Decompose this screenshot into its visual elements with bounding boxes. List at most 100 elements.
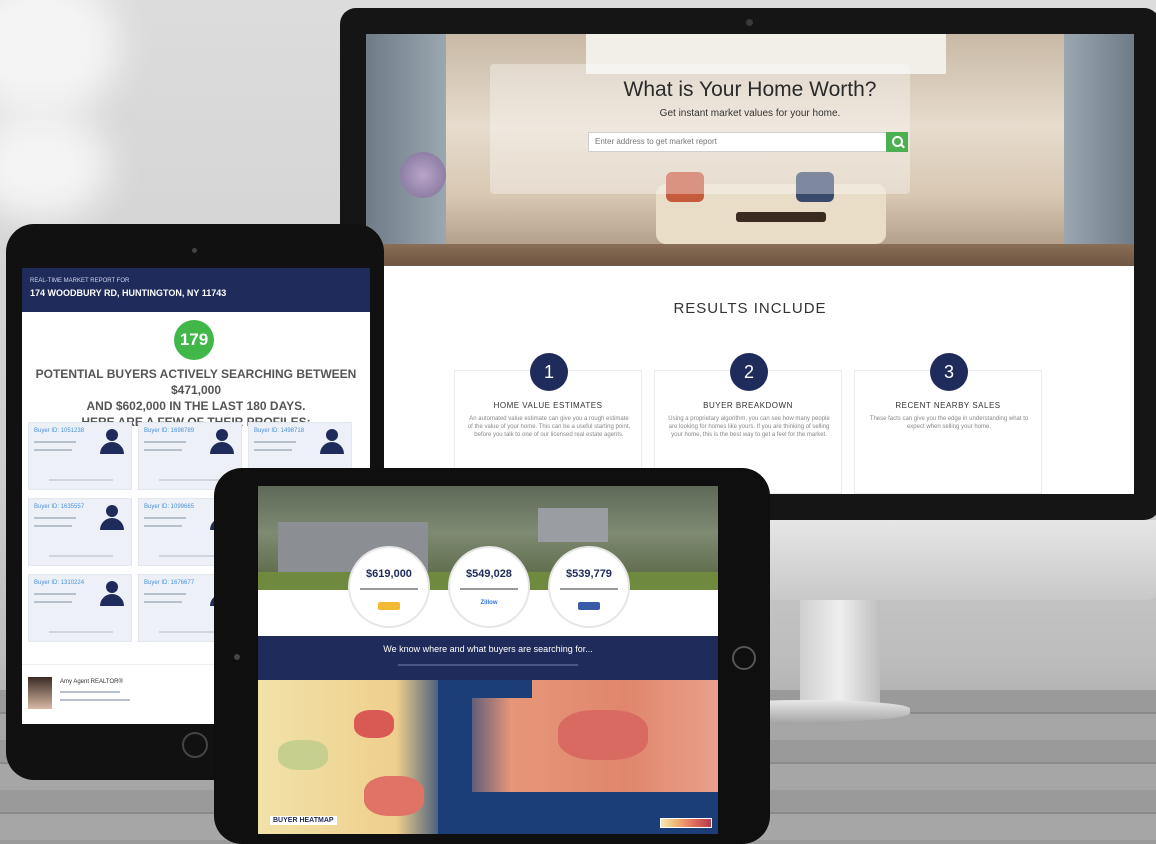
buyer-footer xyxy=(49,631,113,633)
coffee-table xyxy=(736,212,826,222)
report-kicker: REAL-TIME MARKET REPORT FOR xyxy=(30,278,130,284)
step-number: 2 xyxy=(730,353,768,391)
buyer-id: Buyer ID: 1498718 xyxy=(254,428,305,434)
user-icon xyxy=(209,429,235,455)
heatmap-banner: We know where and what buyers are search… xyxy=(258,636,718,680)
buyer-detail xyxy=(254,449,292,451)
valuation-estimate: $539,779 xyxy=(550,548,628,626)
buyer-detail xyxy=(34,601,72,603)
step-number: 1 xyxy=(530,353,568,391)
buyer-detail xyxy=(144,601,182,603)
provider-logo-icon xyxy=(378,602,400,610)
heatmap-label: BUYER HEATMAP xyxy=(270,816,337,825)
buyer-id: Buyer ID: 1051238 xyxy=(34,428,85,434)
home-button[interactable] xyxy=(732,646,756,670)
card-body: Using a proprietary algorithm, you can s… xyxy=(668,416,830,438)
valuation-amount: $549,028 xyxy=(466,568,512,580)
valuation-estimate: $619,000 xyxy=(350,548,428,626)
user-icon xyxy=(99,581,125,607)
buyer-profile-card[interactable]: Buyer ID: 1635557 xyxy=(28,498,132,566)
tablet-front-screen: $619,000 $549,028 Zillow $539,779 We kno… xyxy=(258,486,718,834)
buyer-detail xyxy=(34,517,76,519)
buyer-footer xyxy=(159,479,223,481)
valuation-amount: $539,779 xyxy=(566,568,612,580)
user-icon xyxy=(319,429,345,455)
card-body: These facts can give you the edge in und… xyxy=(869,416,1029,430)
card-title: HOME VALUE ESTIMATES xyxy=(493,401,603,410)
hero-subtitle: Get instant market values for your home. xyxy=(659,108,841,119)
buyer-detail xyxy=(144,593,186,595)
buyer-message: POTENTIAL BUYERS ACTIVELY SEARCHING BETW… xyxy=(22,366,370,430)
buyer-id: Buyer ID: 1635557 xyxy=(34,504,85,510)
buyer-detail xyxy=(34,449,72,451)
heat-area xyxy=(278,740,328,770)
hero-floor xyxy=(366,244,1134,266)
hero-wall xyxy=(1064,34,1134,266)
buyer-id: Buyer ID: 1310224 xyxy=(34,580,85,586)
valuation-range xyxy=(460,588,518,590)
camera-icon xyxy=(746,19,753,26)
card-title: BUYER BREAKDOWN xyxy=(703,401,793,410)
agent-name: Amy Agent REALTOR® xyxy=(60,679,123,685)
buyer-detail xyxy=(34,593,76,595)
search-icon[interactable] xyxy=(886,132,908,152)
buyer-detail xyxy=(144,517,186,519)
hero-wall xyxy=(366,34,446,266)
desktop-monitor: What is Your Home Worth? Get instant mar… xyxy=(340,8,1156,520)
agent-detail xyxy=(60,699,130,701)
valuation-range xyxy=(360,588,418,590)
valuation-amount: $619,000 xyxy=(366,568,412,580)
hero-title: What is Your Home Worth? xyxy=(623,78,877,101)
result-card-nearby-sales: 3 RECENT NEARBY SALES These facts can gi… xyxy=(854,353,1042,494)
buyer-message-line: POTENTIAL BUYERS ACTIVELY SEARCHING BETW… xyxy=(35,367,357,397)
user-icon xyxy=(99,429,125,455)
banner-subtext xyxy=(398,664,578,666)
valuation-range xyxy=(560,588,618,590)
buyer-heatmap[interactable]: BUYER HEATMAP xyxy=(258,680,718,834)
results-title: RESULTS INCLUDE xyxy=(673,300,827,317)
buyer-detail xyxy=(144,449,182,451)
card-body: An automated value estimate can give you… xyxy=(467,416,631,438)
buyer-detail xyxy=(144,441,186,443)
zillow-logo: Zillow xyxy=(480,600,498,606)
flower-vase xyxy=(400,152,446,198)
map-water xyxy=(438,680,472,834)
buyer-footer xyxy=(49,555,113,557)
valuation-estimate: $549,028 Zillow xyxy=(450,548,528,626)
buyer-id: Buyer ID: 1698789 xyxy=(144,428,195,434)
agent-detail xyxy=(60,691,120,693)
buyer-detail xyxy=(34,441,76,443)
tablet-front: $619,000 $549,028 Zillow $539,779 We kno… xyxy=(214,468,770,844)
banner-text: We know where and what buyers are search… xyxy=(383,644,593,654)
map-water xyxy=(472,680,532,698)
buyer-profile-card[interactable]: Buyer ID: 1051238 xyxy=(28,422,132,490)
house xyxy=(538,508,608,542)
heat-area xyxy=(558,710,648,760)
camera-icon xyxy=(192,248,197,253)
buyer-footer xyxy=(49,479,113,481)
buyer-detail xyxy=(144,525,182,527)
buyer-id: Buyer ID: 1099665 xyxy=(144,504,195,510)
camera-icon xyxy=(234,654,240,660)
buyer-id: Buyer ID: 1676677 xyxy=(144,580,195,586)
buyer-detail xyxy=(34,525,72,527)
buyer-message-line: AND $602,000 IN THE LAST 180 DAYS. xyxy=(86,399,306,413)
user-icon xyxy=(99,505,125,531)
provider-logo-icon xyxy=(578,602,600,610)
step-number: 3 xyxy=(930,353,968,391)
address-search-input[interactable]: Enter address to get market report xyxy=(588,132,888,152)
card-title: RECENT NEARBY SALES xyxy=(895,401,1001,410)
buyer-detail xyxy=(254,441,296,443)
monitor-stand xyxy=(800,598,880,708)
heat-area xyxy=(364,776,424,816)
heatmap-legend xyxy=(660,818,712,828)
buyer-profile-card[interactable]: Buyer ID: 1310224 xyxy=(28,574,132,642)
background-blur xyxy=(0,110,110,220)
heat-area xyxy=(354,710,394,738)
home-button[interactable] xyxy=(182,732,208,758)
report-header: REAL-TIME MARKET REPORT FOR 174 WOODBURY… xyxy=(22,268,370,312)
buyer-count-badge: 179 xyxy=(174,320,214,360)
monitor-screen: What is Your Home Worth? Get instant mar… xyxy=(366,34,1134,494)
agent-photo xyxy=(28,677,52,709)
background-blur xyxy=(0,0,120,120)
